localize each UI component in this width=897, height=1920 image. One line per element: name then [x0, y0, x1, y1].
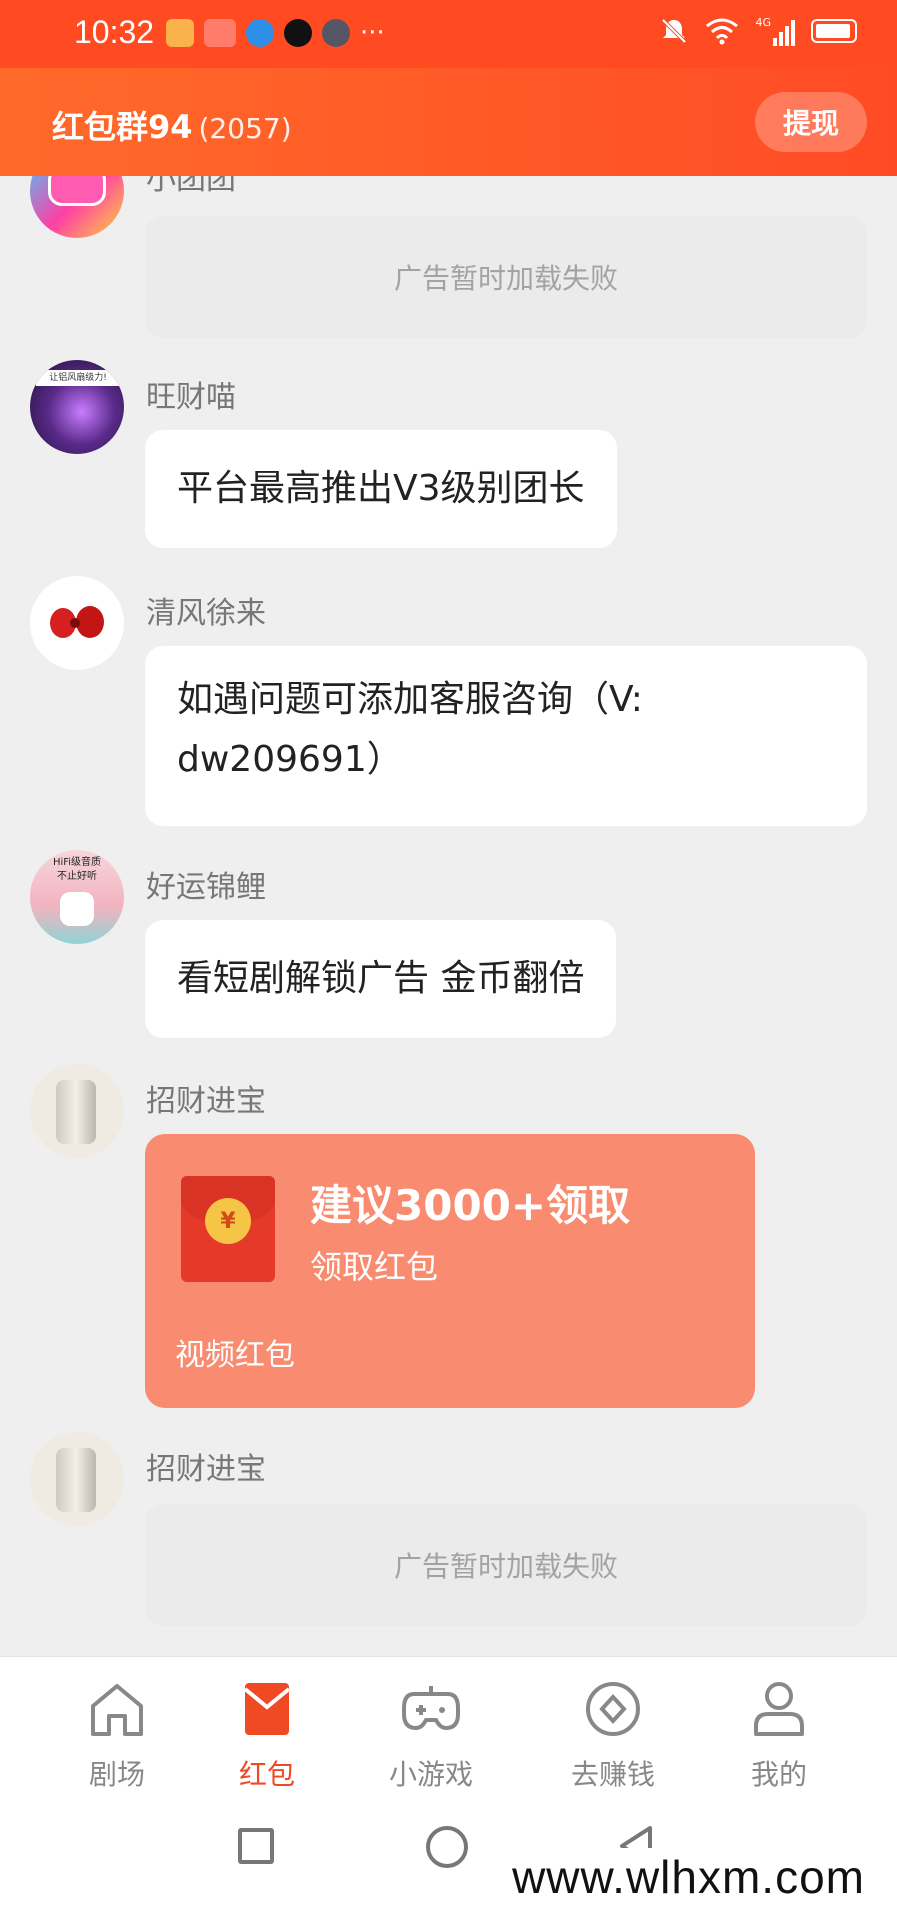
- more-notifications-indicator: ···: [360, 18, 385, 48]
- system-navigation-bar: www.wlhxm.com: [0, 1796, 897, 1920]
- sender-name: 好运锦鲤: [146, 870, 266, 905]
- group-title: 红包群94 (2057): [52, 102, 292, 148]
- bubble-line: dw209691）: [177, 739, 403, 780]
- tab-red-packet[interactable]: 红包: [192, 1679, 342, 1793]
- red-packet-type: 视频红包: [175, 1338, 295, 1373]
- chat-message-list[interactable]: 小团团 广告暂时加载失败 让铝风扇级力! 旺财喵 平台最高推出V3级别团长 清风…: [0, 176, 897, 1656]
- avatar[interactable]: 让铝风扇级力!: [30, 360, 124, 454]
- status-notification-icons: ···: [166, 18, 385, 48]
- tab-label: 我的: [750, 1758, 807, 1791]
- status-bar: 10:32 ··· 4G: [0, 0, 897, 68]
- avatar[interactable]: [30, 176, 124, 238]
- watermark: www.wlhxm.com: [498, 1848, 879, 1906]
- red-packet-subtitle: 领取红包: [310, 1248, 439, 1286]
- tab-me[interactable]: 我的: [704, 1679, 854, 1793]
- withdraw-button[interactable]: 提现: [755, 92, 867, 152]
- avatar-ad-text: 让铝风扇级力!: [36, 370, 120, 386]
- home-icon: [91, 1684, 143, 1736]
- ad-placeholder: 广告暂时加载失败: [145, 216, 867, 338]
- chat-header: 红包群94 (2057) 提现: [0, 68, 897, 176]
- text-bubble[interactable]: 平台最高推出V3级别团长: [145, 430, 617, 548]
- tab-mini-games[interactable]: 小游戏: [356, 1679, 506, 1793]
- avatar-ad-text: 不止好听: [57, 871, 97, 882]
- sender-name: 招财进宝: [146, 1084, 266, 1119]
- recent-apps-button[interactable]: [238, 1828, 274, 1864]
- avatar[interactable]: [30, 1064, 124, 1158]
- red-packet-title: 建议3000+领取: [310, 1181, 631, 1230]
- text-bubble[interactable]: 看短剧解锁广告 金币翻倍: [145, 920, 617, 1038]
- tab-label: 小游戏: [388, 1758, 473, 1791]
- network-type: 4G: [755, 16, 771, 29]
- person-icon: [754, 1682, 804, 1736]
- avatar-app-icon: [322, 19, 350, 47]
- battery-icon: [811, 19, 857, 43]
- coin-circle-icon: [586, 1682, 640, 1736]
- red-envelope-icon: ¥: [181, 1176, 275, 1282]
- gamepad-icon: [402, 1686, 460, 1731]
- wifi-icon: [706, 18, 739, 45]
- red-packet-card[interactable]: ¥ 建议3000+领取 领取红包 视频红包: [145, 1134, 755, 1408]
- browser-app-icon: [246, 19, 274, 47]
- coin-icon: ¥: [205, 1198, 251, 1244]
- notification-app-icon: [166, 19, 194, 47]
- signal-4g-icon: 4G: [755, 16, 795, 46]
- status-system-icons: 4G: [659, 16, 857, 46]
- text-bubble[interactable]: 如遇问题可添加客服咨询（V: dw209691）: [145, 646, 867, 826]
- avatar[interactable]: [30, 1432, 124, 1526]
- status-time: 10:32: [74, 14, 155, 50]
- home-button[interactable]: [426, 1826, 468, 1868]
- sender-name: 招财进宝: [146, 1452, 266, 1487]
- tab-label: 去赚钱: [570, 1758, 655, 1791]
- member-count: (2057): [198, 112, 292, 145]
- mute-bell-icon: [662, 18, 687, 44]
- qq-icon: [284, 19, 312, 47]
- avatar-ad-text: HiFi级音质: [52, 857, 102, 868]
- group-name: 红包群94: [52, 108, 193, 146]
- tab-label: 红包: [238, 1758, 295, 1791]
- avatar[interactable]: [30, 576, 124, 670]
- tab-theater[interactable]: 剧场: [42, 1679, 192, 1793]
- sender-name: 小团团: [146, 176, 236, 197]
- bubble-line: 如遇问题可添加客服咨询（V:: [177, 679, 643, 720]
- sender-name: 清风徐来: [146, 596, 266, 631]
- sender-name: 旺财喵: [146, 380, 236, 415]
- huawei-app-icon: [204, 19, 236, 47]
- tab-label: 剧场: [88, 1758, 145, 1791]
- bottom-tab-bar: 剧场 红包 小游戏 去赚钱 我的: [0, 1656, 897, 1796]
- red-envelope-icon: [243, 1683, 291, 1735]
- ad-placeholder: 广告暂时加载失败: [145, 1504, 867, 1626]
- avatar[interactable]: HiFi级音质 不止好听: [30, 850, 124, 944]
- tab-earn-money[interactable]: 去赚钱: [538, 1679, 688, 1793]
